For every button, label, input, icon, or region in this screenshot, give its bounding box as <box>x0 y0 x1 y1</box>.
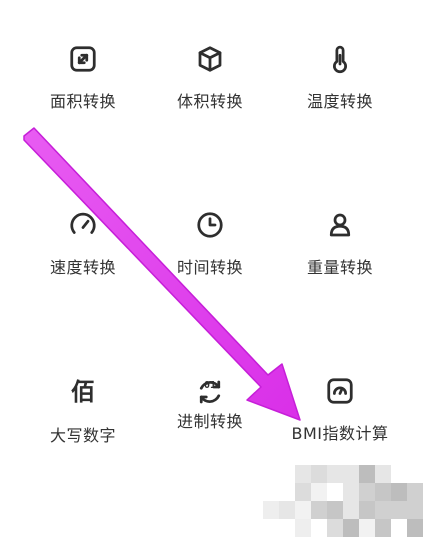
pixel-cell <box>327 483 343 501</box>
pixel-cell <box>295 519 311 537</box>
pixel-cell <box>359 501 375 519</box>
pixel-cell <box>295 465 311 483</box>
pixel-cell <box>279 465 295 483</box>
tool-label: 重量转换 <box>306 258 373 277</box>
clock-icon <box>194 210 226 240</box>
tool-label: 速度转换 <box>49 258 116 277</box>
tool-label: 面积转换 <box>49 92 116 111</box>
pixelated-watermark <box>263 465 423 537</box>
pixel-cell <box>391 465 407 483</box>
bmi-gauge-icon <box>324 376 356 406</box>
tool-temperature-convert[interactable]: 温度转换 <box>275 0 405 111</box>
tool-label: BMI指数计算 <box>291 424 389 443</box>
pixel-cell <box>407 501 423 519</box>
pixel-cell <box>359 483 375 501</box>
pixel-cell <box>263 519 279 537</box>
weight-icon <box>324 210 356 240</box>
pixel-cell <box>343 519 359 537</box>
pixel-cell <box>407 483 423 501</box>
tool-label: 温度转换 <box>306 92 373 111</box>
pixel-cell <box>391 501 407 519</box>
pixel-cell <box>295 483 311 501</box>
pixel-cell <box>311 483 327 501</box>
pixel-cell <box>359 519 375 537</box>
tool-time-convert[interactable]: 时间转换 <box>145 166 275 277</box>
base-convert-glyph: 01 <box>203 379 217 391</box>
pixel-cell <box>295 501 311 519</box>
base-convert-icon: 01 <box>194 376 226 404</box>
pixel-cell <box>407 519 423 537</box>
pixel-cell <box>279 501 295 519</box>
pixel-cell <box>327 501 343 519</box>
speedometer-icon <box>67 210 99 240</box>
converter-tool-grid: 面积转换 体积转换 温度转换 速度转换 时间转换 重量转换 佰 大写数字 01 … <box>0 0 423 537</box>
tool-weight-convert[interactable]: 重量转换 <box>275 166 405 277</box>
tool-label: 体积转换 <box>176 92 243 111</box>
pixel-cell <box>327 465 343 483</box>
tool-chinese-numeral[interactable]: 佰 大写数字 <box>18 332 148 445</box>
tool-base-convert[interactable]: 01 进制转换 <box>145 332 275 432</box>
pixel-cell <box>359 465 375 483</box>
pixel-cell <box>311 501 327 519</box>
tool-label: 大写数字 <box>49 426 116 445</box>
pixel-cell <box>375 465 391 483</box>
thermometer-icon <box>324 44 356 74</box>
tool-label: 进制转换 <box>176 412 243 431</box>
pixel-cell <box>279 519 295 537</box>
pixel-cell <box>263 483 279 501</box>
area-resize-icon <box>67 44 99 74</box>
pixel-cell <box>327 519 343 537</box>
pixel-cell <box>311 465 327 483</box>
pixel-cell <box>343 483 359 501</box>
pixel-cell <box>391 483 407 501</box>
pixel-cell <box>343 465 359 483</box>
pixel-cell <box>391 519 407 537</box>
tool-volume-convert[interactable]: 体积转换 <box>145 0 275 111</box>
pixel-cell <box>263 501 279 519</box>
pixel-cell <box>375 519 391 537</box>
pixel-cell <box>375 501 391 519</box>
pixel-cell <box>375 483 391 501</box>
pixel-cell <box>407 465 423 483</box>
tool-label: 时间转换 <box>176 258 243 277</box>
chinese-numeral-glyph: 佰 <box>71 377 95 406</box>
tool-bmi-calc[interactable]: BMI指数计算 <box>275 332 405 443</box>
tool-area-convert[interactable]: 面积转换 <box>18 0 148 111</box>
pixel-cell <box>279 483 295 501</box>
pixel-cell <box>263 465 279 483</box>
chinese-numeral-icon: 佰 <box>67 376 99 408</box>
tool-speed-convert[interactable]: 速度转换 <box>18 166 148 277</box>
volume-cube-icon <box>194 44 226 74</box>
pixel-cell <box>343 501 359 519</box>
pixel-cell <box>311 519 327 537</box>
